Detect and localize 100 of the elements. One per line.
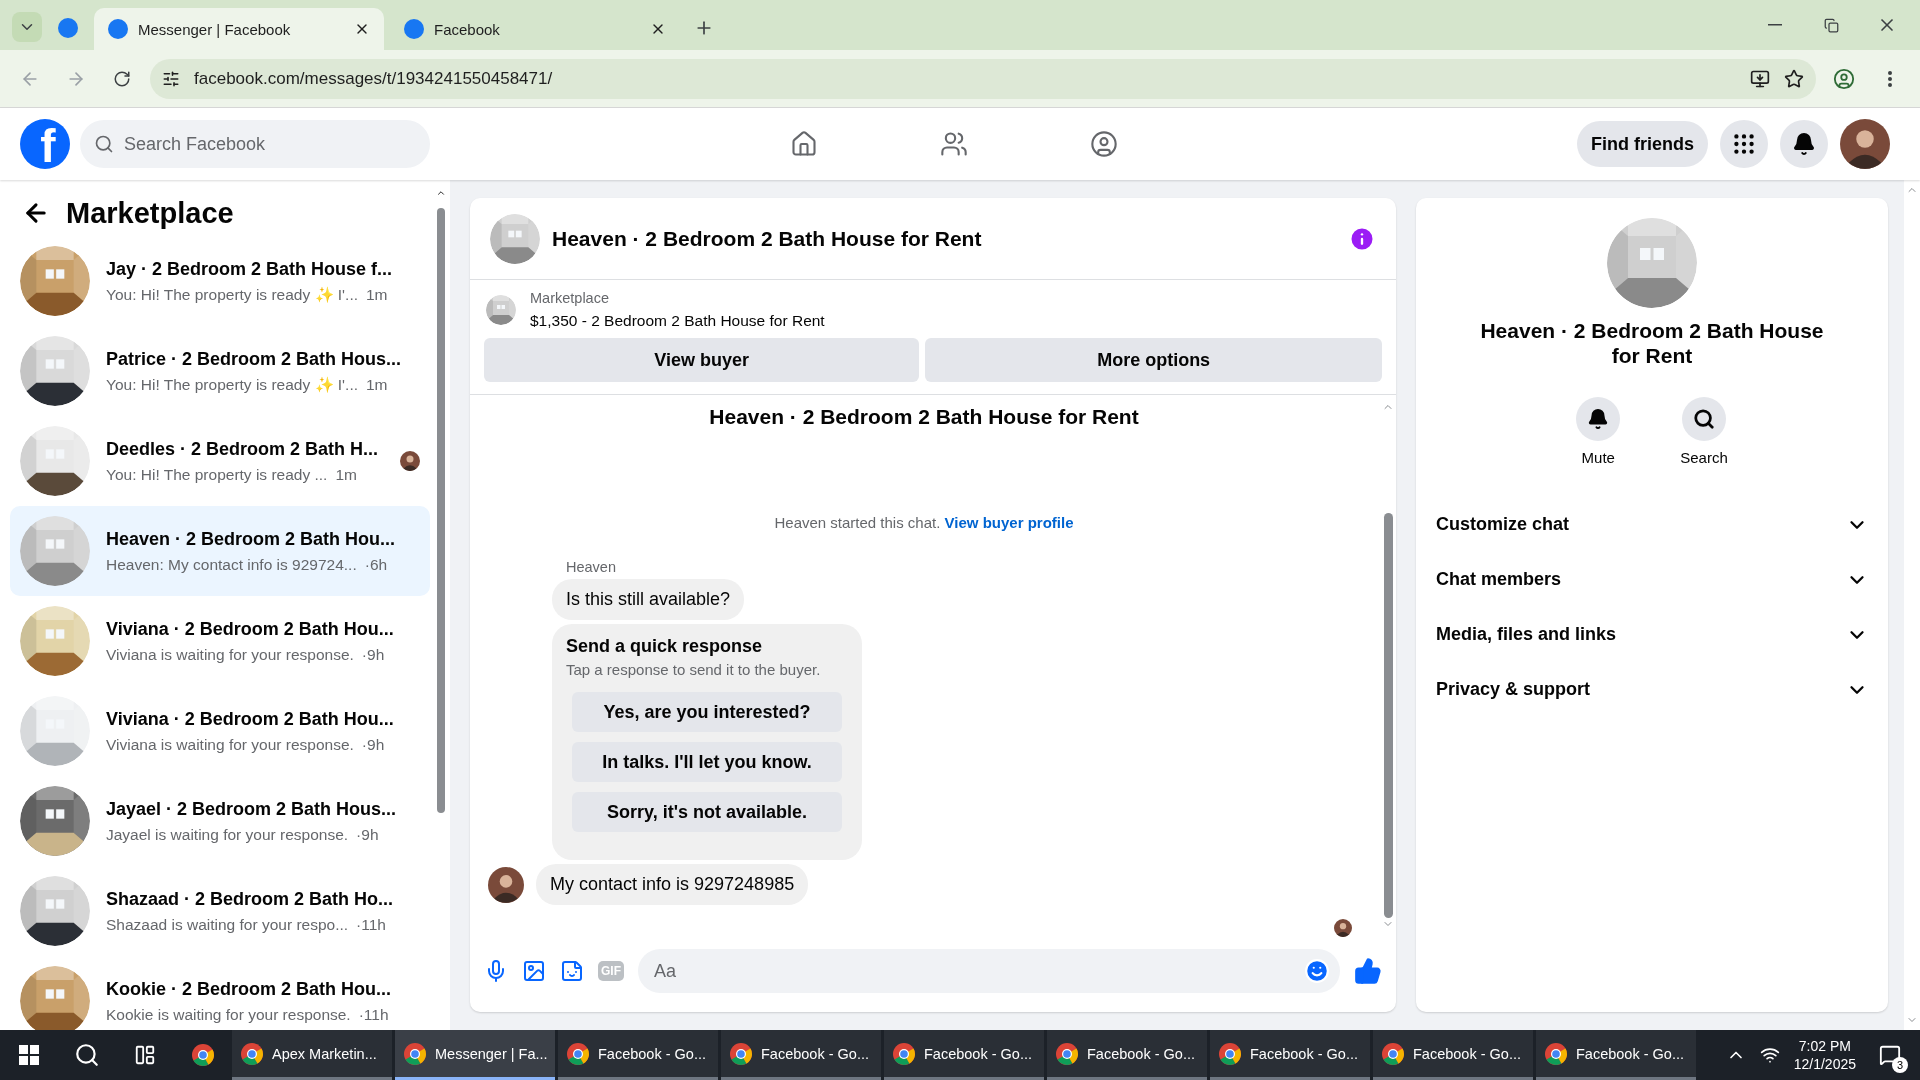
profile-icon	[1833, 67, 1855, 90]
task-view-icon	[134, 1044, 156, 1066]
windows-icon	[19, 1045, 39, 1065]
conversation-item[interactable]: Viviana · 2 Bedroom 2 Bath Hou... Viviana is waiting for your response. ·9h	[10, 596, 430, 686]
browser-tab[interactable]: Facebook	[390, 8, 680, 50]
chrome-icon	[1218, 1041, 1242, 1066]
message-time: ·11h	[358, 1005, 389, 1024]
notifications-button[interactable]	[1780, 120, 1828, 168]
details-section[interactable]: Customize chat	[1436, 497, 1868, 553]
message-time: ·9h	[361, 645, 385, 664]
minimize-icon	[1768, 24, 1782, 26]
conversation-name: Heaven · 2 Bedroom 2 Bath Hou...	[106, 528, 397, 550]
chrome-icon	[240, 1041, 264, 1066]
details-section[interactable]: Privacy & support	[1436, 662, 1868, 718]
scrollbar-thumb[interactable]	[437, 208, 445, 813]
message-preview: You: Hi! The property is ready ...	[106, 465, 328, 484]
message-preview: Kookie is waiting for your response.	[106, 1005, 351, 1024]
photo-icon[interactable]	[522, 959, 546, 983]
message-time: 1m	[366, 285, 388, 304]
chrome-icon	[892, 1041, 916, 1066]
message-preview: Viviana is waiting for your response.	[106, 735, 354, 754]
conversation-item[interactable]: Patrice · 2 Bedroom 2 Bath Hous... You: Hi! The property is ready ✨ I'... 1m	[10, 326, 430, 416]
listing-button[interactable]: More options	[925, 338, 1382, 382]
quick-response-title: Send a quick response	[566, 636, 764, 657]
taskbar-app[interactable]: Facebook - Go...	[1210, 1030, 1370, 1080]
details-section[interactable]: Chat members	[1436, 552, 1868, 608]
quick-response-button[interactable]: In talks. I'll let you know.	[572, 742, 842, 782]
conversation-item[interactable]: Jay · 2 Bedroom 2 Bath House f... You: Hi! The property is ready ✨ I'... 1m	[10, 236, 430, 326]
conversation-item[interactable]: Viviana · 2 Bedroom 2 Bath Hou... Viviana is waiting for your response. ·9h	[10, 686, 430, 776]
sticker-icon[interactable]	[560, 959, 584, 983]
taskbar-app[interactable]: Facebook - Go...	[558, 1030, 718, 1080]
sender-name: Heaven	[566, 559, 617, 575]
taskbar-app[interactable]: Facebook - Go...	[884, 1030, 1044, 1080]
find-friends-button[interactable]: Find friends	[1577, 121, 1708, 167]
quick-response-button[interactable]: Yes, are you interested?	[572, 692, 842, 732]
chrome-icon	[1055, 1041, 1079, 1066]
conversation-name: Patrice · 2 Bedroom 2 Bath Hous...	[106, 348, 403, 370]
groups-icon	[1089, 129, 1118, 159]
message-field[interactable]: Aa	[638, 949, 1340, 993]
search-icon	[1693, 408, 1715, 431]
address-bar[interactable]: facebook.com/messages/t/1934241550458471/	[150, 58, 1816, 99]
listing-button[interactable]: View buyer	[484, 338, 920, 382]
notifications-button[interactable]: 3	[1870, 1035, 1910, 1075]
taskbar-app[interactable]: Apex Marketin...	[232, 1030, 392, 1080]
search-icon	[74, 1042, 100, 1068]
conversation-item[interactable]: Heaven · 2 Bedroom 2 Bath Hou... Heaven: My contact info is 929724... ·6h	[10, 506, 430, 596]
chrome-icon	[403, 1041, 427, 1066]
message-time: 1m	[366, 375, 388, 394]
browser-tab[interactable]: Messenger | Facebook	[94, 8, 384, 50]
message-time: ·6h	[364, 555, 388, 574]
mute-button[interactable]: Mute	[1570, 396, 1627, 468]
conversation-name: Viviana · 2 Bedroom 2 Bath Hou...	[106, 618, 395, 640]
message-bubble: Is this still available?	[552, 579, 745, 620]
taskbar-app[interactable]: Messenger | Fa...	[395, 1030, 555, 1080]
chat-title: Heaven · 2 Bedroom 2 Bath House for Rent	[552, 226, 983, 251]
site-settings-icon[interactable]	[162, 69, 180, 88]
notification-count: 3	[1892, 1057, 1908, 1073]
details-section[interactable]: Media, files and links	[1436, 607, 1868, 663]
conversation-item[interactable]: Jayael · 2 Bedroom 2 Bath Hous... Jayael is waiting for your response. ·9h	[10, 776, 430, 866]
buyer-profile-link[interactable]: View buyer profile	[944, 514, 1074, 531]
search-icon	[94, 134, 114, 154]
conversation-name: Kookie · 2 Bedroom 2 Bath Hou...	[106, 978, 393, 1000]
message-time: ·9h	[361, 735, 385, 754]
bell-icon	[1587, 408, 1610, 431]
conversation-name: Deedles · 2 Bedroom 2 Bath H...	[106, 438, 380, 460]
conversation-item[interactable]: Shazaad · 2 Bedroom 2 Bath Ho... Shazaad is waiting for your respo... ·11h	[10, 866, 430, 956]
facebook-logo[interactable]: f	[20, 119, 70, 169]
message-time: 1m	[335, 465, 357, 484]
reload-icon	[113, 69, 131, 88]
quick-response-hint: Tap a response to send it to the buyer.	[566, 661, 822, 678]
tab-search-button[interactable]	[12, 12, 42, 42]
taskbar-app[interactable]: Facebook - Go...	[1536, 1030, 1696, 1080]
bookmark-icon[interactable]	[1784, 68, 1804, 89]
menu-button[interactable]	[1720, 120, 1768, 168]
message-preview: You: Hi! The property is ready ✨ I'...	[106, 375, 358, 394]
thread-title: Heaven · 2 Bedroom 2 Bath House for Rent	[709, 405, 1139, 429]
facebook-icon	[404, 19, 424, 39]
install-icon[interactable]	[1750, 68, 1770, 89]
taskbar-app[interactable]: Facebook - Go...	[1373, 1030, 1533, 1080]
conversation-item[interactable]: Deedles · 2 Bedroom 2 Bath H... You: Hi! The property is ready ... 1m	[10, 416, 430, 506]
clock[interactable]: 7:02 PM 12/1/2025	[1793, 1038, 1856, 1072]
scrollbar-thumb[interactable]	[1383, 513, 1393, 918]
conversation-name: Viviana · 2 Bedroom 2 Bath Hou...	[106, 708, 395, 730]
chrome-icon	[566, 1041, 590, 1066]
scroll-up-icon[interactable]	[436, 188, 446, 198]
taskbar-app[interactable]: Facebook - Go...	[721, 1030, 881, 1080]
wifi-icon[interactable]	[1759, 1045, 1780, 1065]
conversation-name: Jay · 2 Bedroom 2 Bath House f...	[106, 258, 394, 280]
message-time: ·9h	[356, 825, 379, 844]
conversation-name: Shazaad · 2 Bedroom 2 Bath Ho...	[106, 888, 395, 910]
taskbar-app[interactable]: Facebook - Go...	[1047, 1030, 1207, 1080]
listing-label: Marketplace	[530, 290, 610, 306]
search-button[interactable]: Search	[1674, 396, 1734, 468]
quick-response-button[interactable]: Sorry, it's not available.	[572, 792, 842, 832]
avatar	[488, 866, 524, 903]
like-icon[interactable]	[1354, 957, 1382, 985]
message-preview: Heaven: My contact info is 929724...	[106, 555, 357, 574]
search-field[interactable]: Search Facebook	[80, 120, 430, 168]
conversation-item[interactable]: Kookie · 2 Bedroom 2 Bath Hou... Kookie is waiting for your response. ·11h	[10, 956, 430, 1030]
grid-icon	[1731, 131, 1757, 157]
